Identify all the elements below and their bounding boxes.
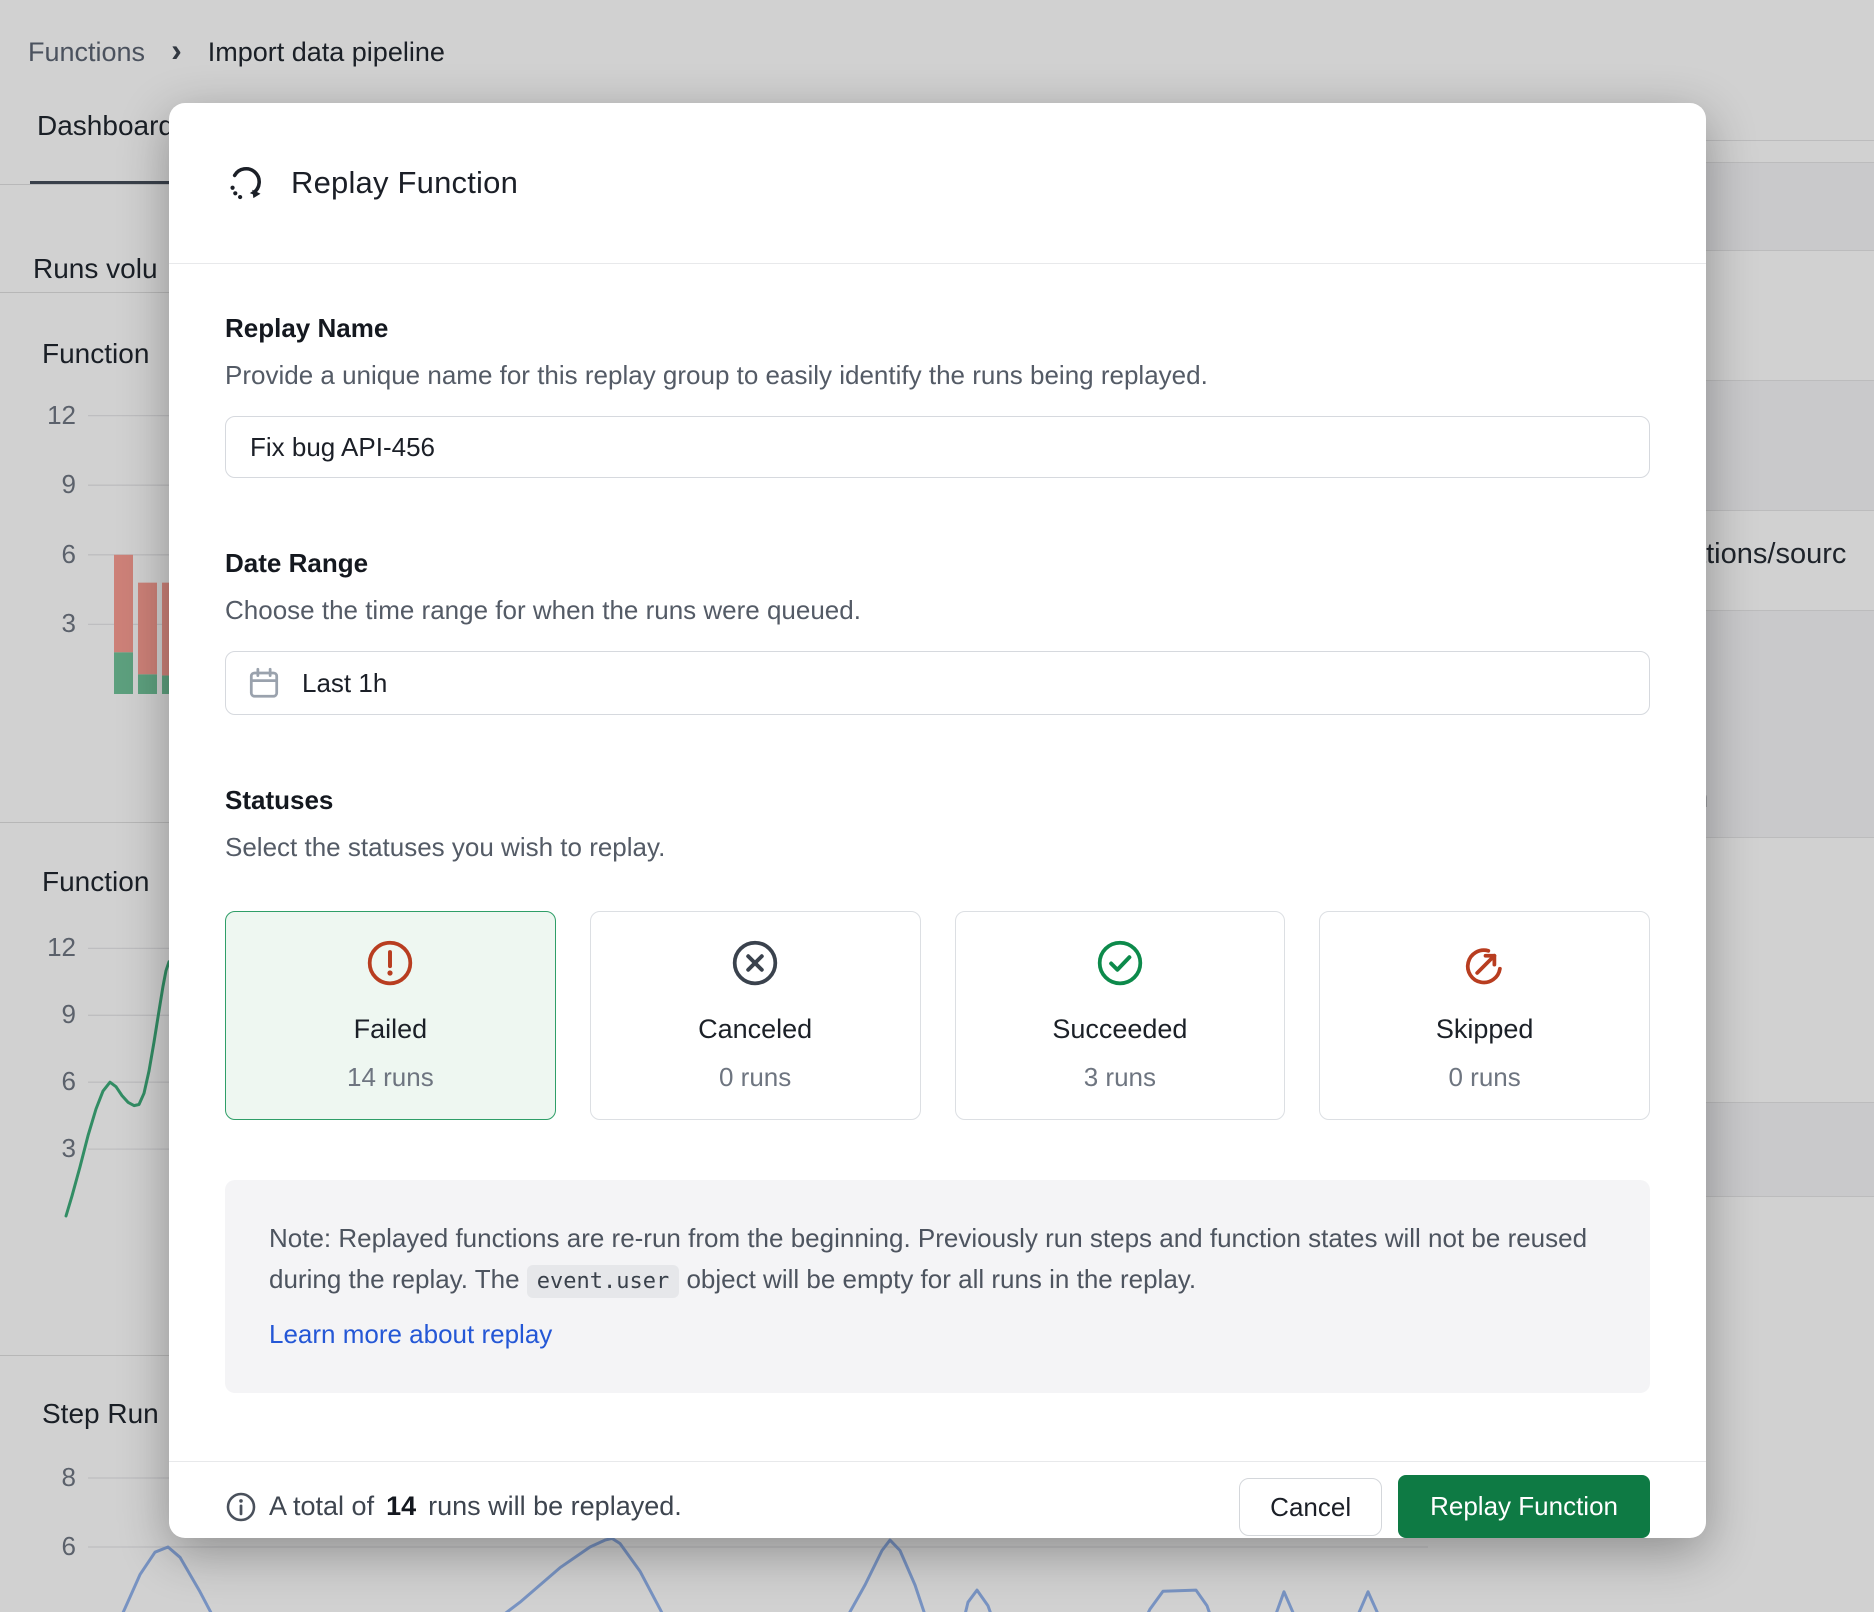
date-range-picker[interactable]: Last 1h [225,651,1650,715]
replay-summary: A total of 14 runs will be replayed. [225,1475,682,1538]
date-range-value: Last 1h [302,668,387,699]
succeeded-check-icon [1095,938,1145,988]
date-range-label: Date Range [225,548,1650,579]
code-chip: event.user [527,1265,679,1298]
status-card-skipped[interactable]: Skipped 0 runs [1319,911,1650,1120]
status-card-name: Succeeded [1052,1014,1187,1045]
status-cards: Failed 14 runs Canceled 0 runs [225,911,1650,1120]
app-window: Functions › Import data pipeline Dashboa… [0,0,1874,1612]
canceled-x-icon [730,938,780,988]
replay-name-input[interactable] [225,416,1650,478]
summary-count: 14 [386,1491,416,1522]
replay-name-description: Provide a unique name for this replay gr… [225,360,1650,391]
learn-more-link[interactable]: Learn more about replay [269,1314,552,1355]
modal-header: Replay Function [169,103,1706,264]
status-card-succeeded[interactable]: Succeeded 3 runs [955,911,1286,1120]
status-card-canceled[interactable]: Canceled 0 runs [590,911,921,1120]
cancel-button[interactable]: Cancel [1239,1478,1382,1536]
calendar-icon [246,665,282,701]
status-card-name: Skipped [1436,1014,1534,1045]
status-card-runs: 0 runs [1448,1062,1520,1093]
replay-note: Note: Replayed functions are re-run from… [225,1180,1650,1393]
modal-title: Replay Function [291,165,518,201]
status-card-runs: 3 runs [1084,1062,1156,1093]
replay-function-button[interactable]: Replay Function [1398,1475,1650,1538]
note-text: object will be empty for all runs in the… [679,1264,1196,1294]
statuses-label: Statuses [225,785,1650,816]
status-card-runs: 0 runs [719,1062,791,1093]
status-card-name: Failed [354,1014,428,1045]
summary-suffix: runs will be replayed. [428,1491,682,1522]
date-range-description: Choose the time range for when the runs … [225,595,1650,626]
modal-footer: A total of 14 runs will be replayed. Can… [169,1461,1706,1538]
info-icon [225,1491,257,1523]
replay-name-label: Replay Name [225,313,1650,344]
failed-exclamation-icon [365,938,415,988]
replay-function-modal: Replay Function Replay Name Provide a un… [169,103,1706,1538]
replay-icon [225,162,267,204]
skipped-arrow-icon [1460,938,1510,988]
modal-body: Replay Name Provide a unique name for th… [169,264,1706,1461]
status-card-failed[interactable]: Failed 14 runs [225,911,556,1120]
summary-prefix: A total of [269,1491,374,1522]
status-card-runs: 14 runs [347,1062,434,1093]
statuses-description: Select the statuses you wish to replay. [225,832,1650,863]
status-card-name: Canceled [698,1014,812,1045]
